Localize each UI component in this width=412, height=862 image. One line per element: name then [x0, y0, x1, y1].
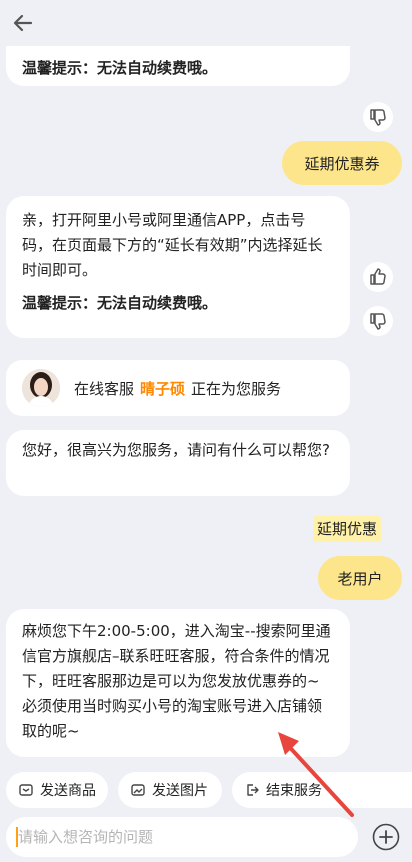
user-message: 延期优惠券	[282, 141, 402, 185]
agent-suffix: 正在为您服务	[191, 379, 282, 398]
back-button[interactable]	[8, 8, 38, 38]
exit-icon	[247, 784, 259, 796]
input-bar	[0, 812, 412, 862]
more-options-button[interactable]	[370, 821, 402, 853]
message-input[interactable]	[6, 817, 358, 857]
chip-label: 结束服务	[266, 783, 322, 799]
agent-message-text: 麻烦您下午2:00-5:00，进入淘宝--搜索阿里通信官方旗舰店–联系旺旺客服，…	[22, 622, 331, 740]
quick-actions: 发送商品 发送图片 结束服务	[0, 770, 412, 810]
send-product-button[interactable]: 发送商品	[6, 772, 108, 808]
agent-message-text: 您好，很高兴为您服务，请问有什么可以帮您?	[22, 441, 330, 459]
text-caret	[16, 827, 18, 847]
bot-message-text: 亲，打开阿里小号或阿里通信APP，点击号码，在页面最下方的“延长有效期”内选择延…	[22, 211, 323, 279]
dislike-button[interactable]	[363, 306, 393, 336]
user-message-highlight: 延期优惠	[313, 516, 382, 542]
agent-message: 您好，很高兴为您服务，请问有什么可以帮您?	[6, 430, 350, 496]
arrow-left-icon	[13, 14, 33, 32]
chat-area[interactable]: 温馨提示：无法自动续费哦。 延期优惠券 亲，打开阿里小号或阿里通信APP，点击号…	[0, 46, 412, 762]
plus-circle-icon	[372, 823, 400, 851]
agent-message: 麻烦您下午2:00-5:00，进入淘宝--搜索阿里通信官方旗舰店–联系旺旺客服，…	[6, 609, 350, 757]
send-image-button[interactable]: 发送图片	[118, 772, 222, 808]
thumbs-down-icon	[370, 313, 386, 330]
end-service-button[interactable]: 结束服务	[232, 772, 412, 808]
tip-text: 温馨提示：无法自动续费哦。	[22, 59, 218, 77]
user-message-text: 延期优惠券	[304, 154, 380, 173]
agent-card: 在线客服 晴子硕 正在为您服务	[6, 360, 350, 416]
bot-message: 亲，打开阿里小号或阿里通信APP，点击号码，在页面最下方的“延长有效期”内选择延…	[6, 196, 350, 338]
agent-name: 晴子硕	[140, 379, 186, 398]
thumbs-up-icon	[370, 268, 386, 285]
agent-status: 在线客服 晴子硕 正在为您服务	[74, 378, 281, 399]
chip-label: 发送商品	[40, 783, 96, 799]
like-button[interactable]	[363, 262, 393, 292]
top-bar	[0, 0, 412, 46]
image-icon	[131, 784, 145, 796]
box-icon	[19, 784, 33, 796]
agent-prefix: 在线客服	[74, 379, 135, 398]
thumbs-down-icon	[370, 109, 386, 126]
chip-label: 发送图片	[152, 783, 208, 799]
bot-message-partial: 温馨提示：无法自动续费哦。	[6, 46, 350, 86]
agent-avatar	[22, 369, 60, 407]
dislike-button[interactable]	[363, 102, 393, 132]
user-message: 老用户	[318, 556, 402, 600]
tip-text: 温馨提示：无法自动续费哦。	[22, 294, 218, 312]
user-message-text: 老用户	[337, 569, 383, 588]
